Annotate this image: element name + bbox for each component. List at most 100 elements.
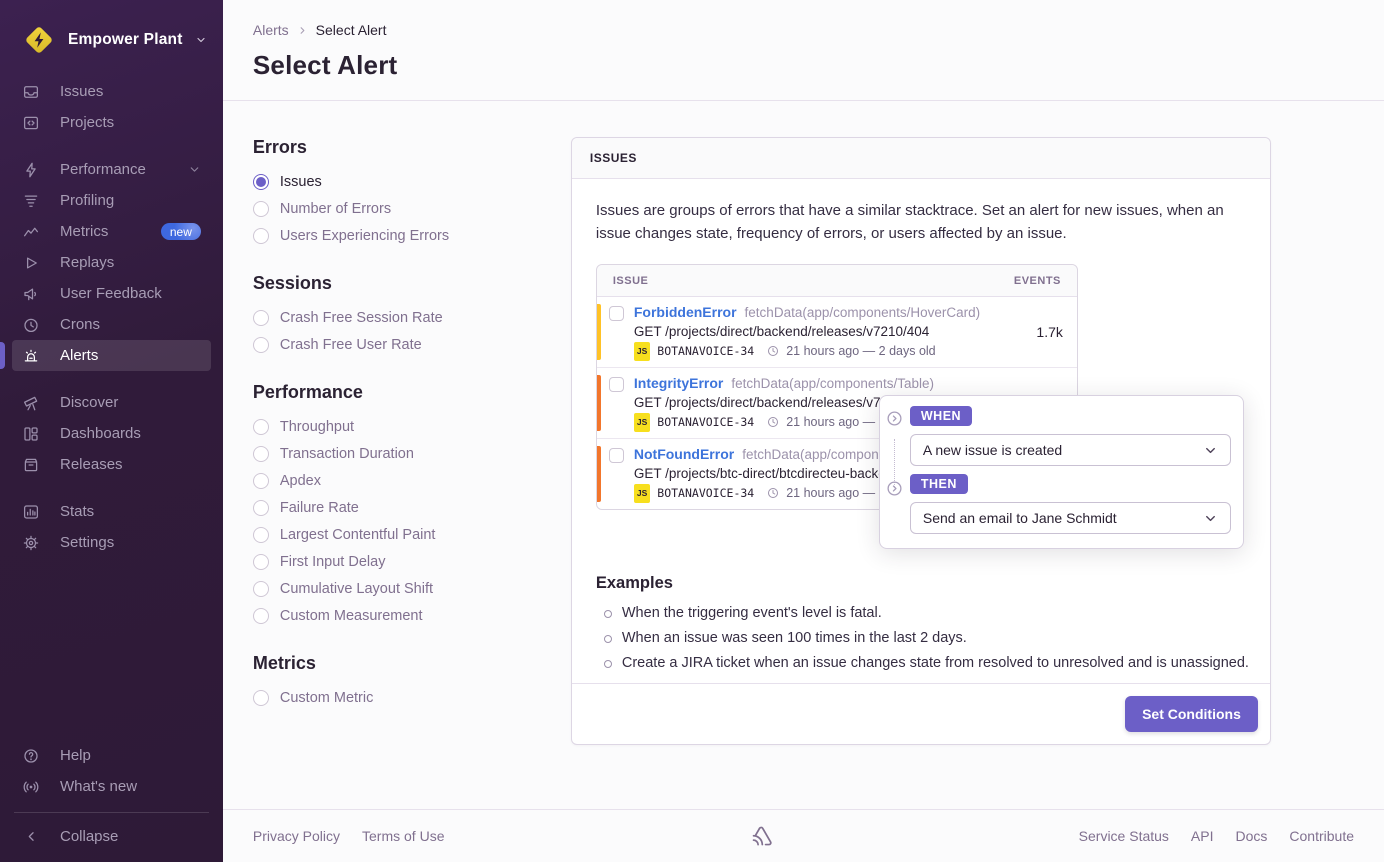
radio-option-throughput[interactable]: Throughput: [253, 413, 571, 440]
radio-icon: [253, 419, 269, 435]
sidebar-item-metrics[interactable]: Metrics new: [12, 216, 211, 247]
issue-summary: ForbiddenError fetchData(app/components/…: [634, 303, 1007, 361]
org-name: Empower Plant: [68, 31, 183, 49]
privacy-policy-link[interactable]: Privacy Policy: [253, 828, 340, 844]
sidebar-item-discover[interactable]: Discover: [12, 387, 211, 418]
main-area: Alerts Select Alert Select Alert Errors …: [223, 0, 1384, 862]
sidebar-item-label: User Feedback: [60, 285, 162, 302]
replays-icon: [22, 254, 40, 272]
issue-short-id: BOTANAVOICE-34: [657, 485, 754, 502]
radio-option-issues[interactable]: Issues: [253, 168, 571, 195]
radio-label: Number of Errors: [280, 201, 391, 217]
radio-option-largest-contentful-paint[interactable]: Largest Contentful Paint: [253, 521, 571, 548]
sidebar-item-user-feedback[interactable]: User Feedback: [12, 278, 211, 309]
sidebar-item-label: Dashboards: [60, 425, 141, 442]
radio-option-users-experiencing-errors[interactable]: Users Experiencing Errors: [253, 222, 571, 249]
radio-option-first-input-delay[interactable]: First Input Delay: [253, 548, 571, 575]
sidebar-item-profiling[interactable]: Profiling: [12, 185, 211, 216]
sidebar-collapse-button[interactable]: Collapse: [12, 821, 211, 852]
chevron-down-icon: [195, 34, 207, 46]
sidebar-item-replays[interactable]: Replays: [12, 247, 211, 278]
breadcrumb: Alerts Select Alert: [253, 22, 1384, 38]
group-heading: Metrics: [253, 653, 571, 674]
sidebar-item-label: Discover: [60, 394, 118, 411]
when-select[interactable]: A new issue is created: [910, 434, 1231, 466]
api-link[interactable]: API: [1191, 828, 1214, 844]
radio-icon: [253, 446, 269, 462]
sentry-logo-icon: [444, 823, 1078, 849]
radio-option-custom-metric[interactable]: Custom Metric: [253, 684, 571, 711]
then-select[interactable]: Send an email to Jane Schmidt: [910, 502, 1231, 534]
sidebar-item-issues[interactable]: Issues: [12, 76, 211, 107]
examples-heading: Examples: [596, 574, 1252, 593]
page-footer: Privacy Policy Terms of Use Service Stat…: [223, 809, 1384, 862]
sidebar-item-stats[interactable]: Stats: [12, 496, 211, 527]
row-checkbox[interactable]: [609, 377, 624, 392]
radio-option-crash-free-session-rate[interactable]: Crash Free Session Rate: [253, 304, 571, 331]
radio-label: Users Experiencing Errors: [280, 228, 449, 244]
then-tag: THEN: [910, 474, 968, 494]
sidebar-item-whats-new[interactable]: What's new: [12, 771, 211, 802]
row-checkbox[interactable]: [609, 448, 624, 463]
chevron-circle-icon: [886, 410, 903, 427]
radio-icon: [253, 310, 269, 326]
sidebar-item-projects[interactable]: Projects: [12, 107, 211, 138]
sidebar-item-performance[interactable]: Performance: [12, 154, 211, 185]
radio-option-custom-measurement[interactable]: Custom Measurement: [253, 602, 571, 629]
radio-option-apdex[interactable]: Apdex: [253, 467, 571, 494]
radio-option-transaction-duration[interactable]: Transaction Duration: [253, 440, 571, 467]
sidebar-item-releases[interactable]: Releases: [12, 449, 211, 480]
issue-link[interactable]: NotFoundError: [634, 445, 734, 464]
metrics-icon: [22, 223, 40, 241]
example-item: When the triggering event's level is fat…: [604, 605, 1252, 621]
stats-icon: [22, 503, 40, 521]
issue-link[interactable]: ForbiddenError: [634, 303, 737, 322]
set-conditions-button[interactable]: Set Conditions: [1125, 696, 1258, 732]
row-checkbox[interactable]: [609, 306, 624, 321]
terms-of-use-link[interactable]: Terms of Use: [362, 828, 444, 844]
level-warning-bar: [597, 304, 601, 360]
new-badge: new: [161, 223, 201, 240]
radio-option-number-of-errors[interactable]: Number of Errors: [253, 195, 571, 222]
issue-link[interactable]: IntegrityError: [634, 374, 723, 393]
when-select-value: A new issue is created: [923, 442, 1062, 458]
clock-icon: [767, 416, 779, 428]
profiling-icon: [22, 192, 40, 210]
projects-icon: [22, 114, 40, 132]
issues-preview-panel: ISSUES Issues are groups of errors that …: [571, 137, 1271, 745]
chevron-circle-icon: [886, 480, 903, 497]
radio-option-cumulative-layout-shift[interactable]: Cumulative Layout Shift: [253, 575, 571, 602]
sidebar-item-crons[interactable]: Crons: [12, 309, 211, 340]
service-status-link[interactable]: Service Status: [1079, 828, 1169, 844]
sidebar-item-label: Metrics: [60, 223, 108, 240]
example-item: Create a JIRA ticket when an issue chang…: [604, 655, 1252, 671]
docs-link[interactable]: Docs: [1236, 828, 1268, 844]
rule-preview-card: WHEN A new issue is created THEN Send an…: [879, 395, 1244, 549]
column-events: EVENTS: [1014, 275, 1061, 287]
radio-label: Crash Free Session Rate: [280, 310, 443, 326]
sidebar-item-alerts[interactable]: Alerts: [12, 340, 211, 371]
table-row: ForbiddenError fetchData(app/components/…: [597, 297, 1077, 368]
breadcrumb-alerts-link[interactable]: Alerts: [253, 22, 289, 38]
sidebar-item-settings[interactable]: Settings: [12, 527, 211, 558]
contribute-link[interactable]: Contribute: [1289, 828, 1354, 844]
collapse-label: Collapse: [60, 828, 118, 845]
issue-transaction: GET /projects/direct/backend/releases/v7…: [634, 322, 1007, 341]
radio-option-failure-rate[interactable]: Failure Rate: [253, 494, 571, 521]
sidebar-item-label: Crons: [60, 316, 100, 333]
sidebar: Empower Plant Issues Projects Perfor: [0, 0, 223, 862]
sidebar-item-help[interactable]: Help: [12, 740, 211, 771]
radio-label: Custom Measurement: [280, 608, 423, 624]
sidebar-item-label: Releases: [60, 456, 123, 473]
radio-label: First Input Delay: [280, 554, 386, 570]
radio-label: Throughput: [280, 419, 354, 435]
alerts-icon: [22, 347, 40, 365]
sidebar-item-label: Issues: [60, 83, 103, 100]
issue-short-id: BOTANAVOICE-34: [657, 343, 754, 360]
radio-label: Cumulative Layout Shift: [280, 581, 433, 597]
examples-list: When the triggering event's level is fat…: [604, 605, 1252, 671]
sidebar-item-dashboards[interactable]: Dashboards: [12, 418, 211, 449]
radio-option-crash-free-user-rate[interactable]: Crash Free User Rate: [253, 331, 571, 358]
breadcrumb-current: Select Alert: [316, 22, 387, 38]
org-switcher[interactable]: Empower Plant: [0, 0, 223, 62]
